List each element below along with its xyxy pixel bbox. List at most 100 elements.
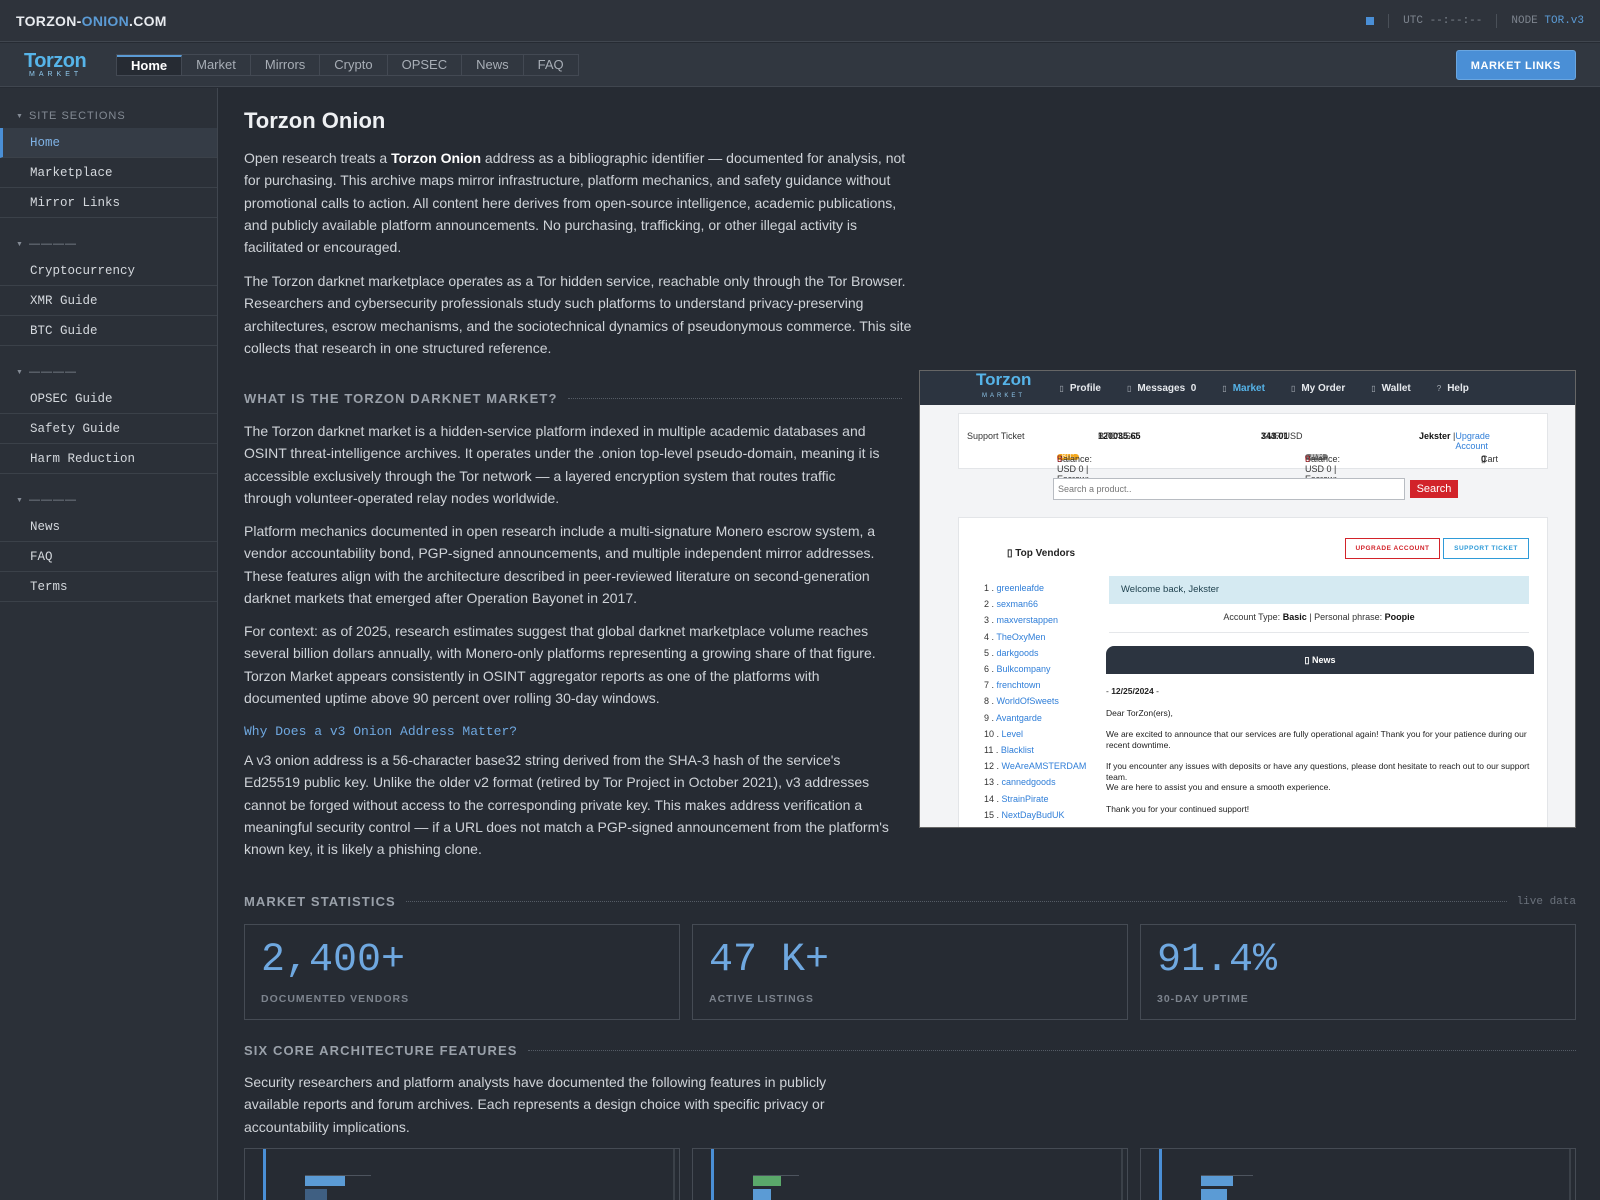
username: Jekster — [1419, 431, 1451, 441]
vendor-item: 2 . sexman66 — [984, 596, 1086, 612]
brand-part-accent: ONION — [81, 12, 130, 29]
brand-part-tail: .COM — [129, 12, 167, 29]
vendor-item: 7 . frenchtown — [984, 677, 1086, 693]
vendor-name: WeAreAMSTERDAM — [1001, 761, 1087, 772]
vendor-item: 4 . TheOxyMen — [984, 629, 1086, 645]
stat-label: DOCUMENTED VENDORS — [261, 993, 410, 1005]
node-value: TOR.v3 — [1544, 14, 1584, 27]
sidebar-group-heading: ▼ ———— — [0, 236, 217, 252]
escrow-value: 0 — [1305, 454, 1311, 464]
sidebar-item-xmr-guide[interactable]: XMR Guide — [0, 286, 217, 316]
account-type: Basic — [1282, 612, 1307, 622]
screenshot-logo: Torzon MARKET — [976, 371, 1031, 404]
vendor-item: 5 . darkgoods — [984, 645, 1086, 661]
vendor-rank: 15 . — [984, 809, 1002, 820]
page-title: Torzon Onion — [244, 108, 386, 133]
sidebar-item-home[interactable]: Home — [0, 128, 217, 158]
news-date-line: - 12/25/2024 - — [1106, 686, 1159, 696]
support-ticket-button: SUPPORT TICKET — [1443, 538, 1529, 559]
nav-label: Help — [1447, 382, 1469, 394]
tab-market[interactable]: Market — [182, 54, 251, 75]
group-heading-text: ———— — [28, 238, 77, 250]
screenshot-nav-my-order: ▯ My Order — [1291, 383, 1345, 394]
vendor-name: StrainPirate — [1001, 793, 1049, 804]
sidebar-item-mirror-links[interactable]: Mirror Links — [0, 188, 217, 218]
group-heading-text: ———— — [28, 366, 77, 378]
sidebar-item-btc-guide[interactable]: BTC Guide — [0, 316, 217, 346]
screenshot-nav-wallet: ▯ Wallet — [1371, 383, 1410, 394]
tab-mirrors[interactable]: Mirrors — [251, 54, 321, 75]
nav-tabs: Home Market Mirrors Crypto OPSEC News FA… — [116, 53, 579, 76]
shop-icon: ▯ — [1222, 383, 1227, 393]
phrase-label: | Personal phrase: — [1309, 612, 1383, 622]
news-text: If you encounter any issues with deposit… — [1106, 761, 1530, 782]
btc-rate-label: BTC/USD — [1098, 431, 1138, 441]
screenshot-info-bar: Support Ticket BTC/USD 120035.65 XMR/USD… — [958, 413, 1548, 494]
vendor-rank: 7 . — [984, 680, 997, 691]
collapse-triangle-icon[interactable]: ▼ — [16, 113, 24, 120]
collapse-triangle-icon[interactable]: ▼ — [16, 241, 24, 248]
vendor-name: greenleafde — [996, 583, 1045, 593]
site-brand[interactable]: TORZON-ONION.COM — [16, 13, 167, 29]
market-links-button[interactable]: MARKET LINKS — [1455, 49, 1576, 80]
stat-card: 47 K+ ACTIVE LISTINGS — [692, 924, 1128, 1020]
vendor-rank: 9 . — [984, 712, 997, 723]
status-area: UTC --:--:-- NODE TOR.v3 — [1366, 13, 1584, 28]
vendor-rank: 1 . — [984, 583, 997, 593]
xmr-rate: XMR/USD 343.01 — [1261, 431, 1303, 441]
feature-accent-line — [1159, 1149, 1162, 1200]
sidebar-item-cryptocurrency[interactable]: Cryptocurrency — [0, 256, 217, 286]
section-heading: WHAT IS THE TORZON DARKNET MARKET? — [244, 391, 902, 406]
feature-graphic-bar — [753, 1176, 781, 1186]
screenshot-search-input: Search a product.. — [1053, 478, 1405, 500]
collapse-triangle-icon[interactable]: ▼ — [16, 369, 24, 376]
paragraph: The Torzon darknet market is a hidden-se… — [244, 423, 880, 506]
stat-label: 30-DAY UPTIME — [1157, 993, 1249, 1005]
sidebar-item-news[interactable]: News — [0, 512, 217, 542]
sidebar-item-opsec-guide[interactable]: OPSEC Guide — [0, 384, 217, 414]
sidebar-item-harm-reduction[interactable]: Harm Reduction — [0, 444, 217, 474]
paragraph: Platform mechanics documented in open re… — [244, 523, 876, 606]
order-icon: ▯ — [1290, 383, 1296, 393]
intro-paragraph: Open research treats a Torzon Onion addr… — [244, 147, 914, 258]
vendor-name: frenchtown — [996, 680, 1041, 691]
sidebar-item-terms[interactable]: Terms — [0, 572, 217, 602]
utc-label: UTC — [1403, 14, 1423, 27]
group-heading-text: ———— — [28, 494, 77, 506]
feature-card[interactable] — [1140, 1148, 1576, 1200]
sidebar-item-faq[interactable]: FAQ — [0, 542, 217, 572]
support-ticket-label: Support Ticket — [967, 431, 1025, 441]
collapse-triangle-icon[interactable]: ▼ — [16, 497, 24, 504]
feature-card[interactable] — [692, 1148, 1128, 1200]
market-screenshot-image: Torzon MARKET ▯ Profile ▯ Messages 0 ▯ Marke… — [919, 370, 1576, 828]
tab-opsec[interactable]: OPSEC — [388, 54, 463, 75]
vendor-name: maxverstappen — [996, 615, 1059, 626]
sidebar-item-marketplace[interactable]: Marketplace — [0, 158, 217, 188]
vendors-title-text: Top Vendors — [1015, 548, 1076, 559]
user-links: Jekster | Upgrade Account — [1419, 431, 1490, 451]
news-greeting: Dear TorZon(ers), — [1106, 707, 1173, 718]
tab-faq[interactable]: FAQ — [524, 55, 578, 75]
phrase: Poopie — [1384, 612, 1415, 622]
vendor-rank: 12 . — [984, 761, 1002, 772]
tab-home[interactable]: Home — [117, 54, 183, 75]
card-edge — [1569, 1149, 1571, 1200]
question-icon: ? — [1436, 383, 1442, 393]
tab-news[interactable]: News — [462, 54, 524, 75]
upgrade-link: Upgrade Account — [1455, 431, 1490, 451]
sidebar-group-heading: ▼ ———— — [0, 492, 217, 508]
paragraph: A v3 onion address is a 56-character bas… — [244, 752, 889, 858]
vendor-rank: 6 . — [984, 664, 997, 675]
torzon-logo[interactable]: Torzon MARKET — [24, 51, 94, 79]
nav-label: Market — [1232, 382, 1265, 394]
section-heading: SIX CORE ARCHITECTURE FEATURES — [244, 1043, 1576, 1058]
wallet-icon: ▯ — [1371, 383, 1376, 393]
stat-card: 91.4% 30-DAY UPTIME — [1140, 924, 1576, 1020]
section-heading-text: MARKET STATISTICS — [244, 894, 396, 909]
feature-card[interactable] — [244, 1148, 680, 1200]
paragraph: For context: as of 2025, research estima… — [244, 623, 876, 706]
sidebar-item-safety-guide[interactable]: Safety Guide — [0, 414, 217, 444]
divider — [1388, 13, 1390, 28]
tab-crypto[interactable]: Crypto — [320, 54, 388, 75]
top-bar: TORZON-ONION.COM UTC --:--:-- NODE TOR.v… — [0, 0, 1600, 42]
